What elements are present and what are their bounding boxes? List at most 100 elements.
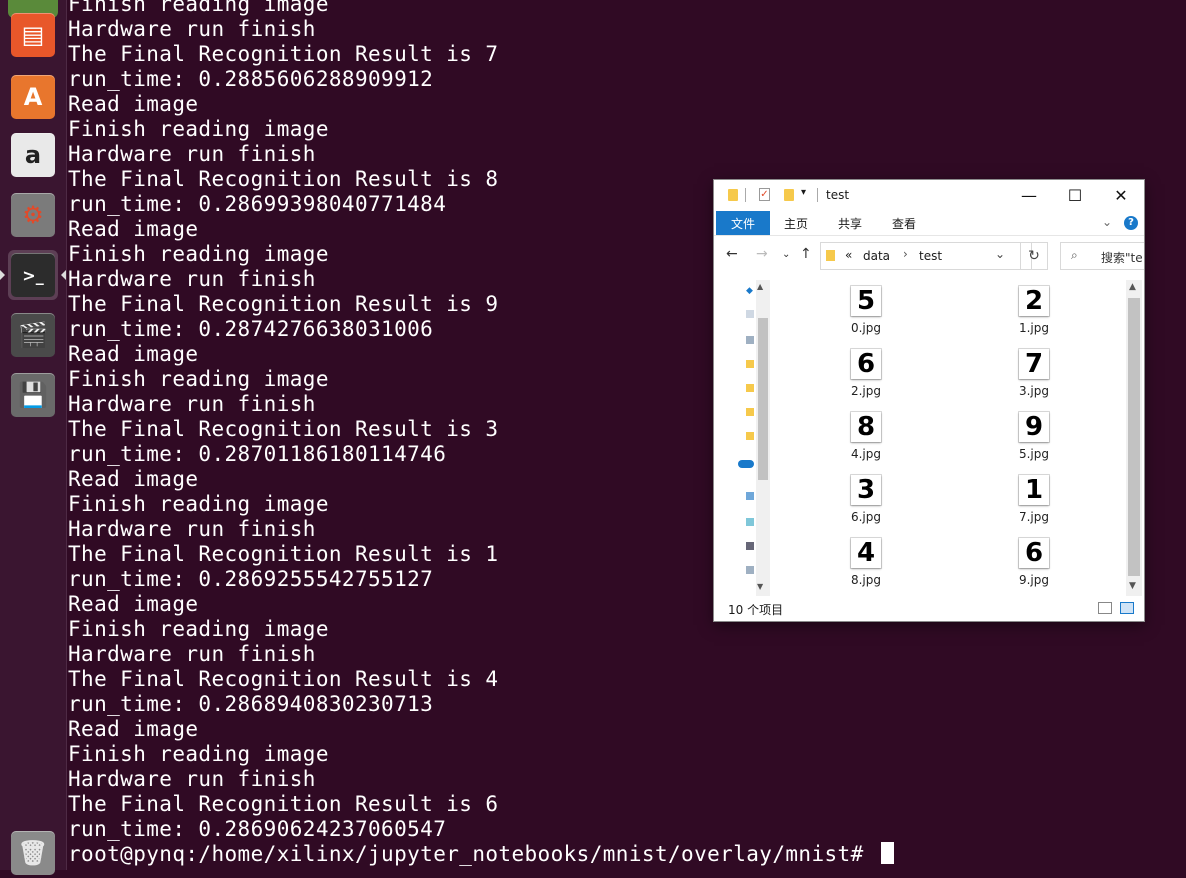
tab-home[interactable]: 主页 [776,211,816,235]
file-item[interactable]: 2 1.jpg [989,286,1079,335]
back-arrow-icon[interactable]: ← [726,246,738,262]
path-overflow[interactable]: « [845,248,852,262]
terminal-line: The Final Recognition Result is 4 [68,667,499,691]
tab-share[interactable]: 共享 [830,211,870,235]
large-icons-view-icon[interactable] [1120,602,1134,614]
maximize-button[interactable]: ☐ [1052,180,1098,211]
file-name: 8.jpg [850,573,882,587]
nav-folder-icon[interactable] [746,408,754,416]
file-item[interactable]: 6 2.jpg [821,349,911,398]
file-thumbnail: 1 [1019,475,1049,505]
path-dropdown-icon[interactable]: ⌄ [995,247,1005,261]
system-settings-icon: ⚙ [11,193,55,237]
minimize-button[interactable]: — [1006,180,1052,211]
trash-icon[interactable]: 🗑 [8,828,58,878]
nav-pictures-icon[interactable] [746,566,754,574]
address-bar[interactable]: « data › test ⌄ [820,242,1032,270]
nav-3d-objects-icon[interactable] [746,518,754,526]
nav-scroll-thumb[interactable] [758,318,768,480]
status-bar: 10 个项目 [714,597,1144,621]
terminal-line: Hardware run finish [68,767,316,791]
refresh-icon[interactable]: ↻ [1020,242,1048,270]
terminal-line: Hardware run finish [68,17,316,41]
nav-quick-access-icon[interactable]: ◆ [746,286,754,296]
file-thumbnail: 6 [851,349,881,379]
up-arrow-icon[interactable]: ↑ [800,246,812,262]
scroll-up-icon[interactable]: ▲ [757,282,763,291]
terminal-prompt: root@pynq:/home/xilinx/jupyter_notebooks… [68,842,877,866]
new-folder-icon[interactable] [784,189,794,201]
terminal-line: The Final Recognition Result is 6 [68,792,499,816]
file-name: 1.jpg [1018,321,1050,335]
folder-icon [728,189,738,201]
search-input[interactable]: ⌕ 搜索"te [1060,242,1144,270]
file-thumbnail: 5 [851,286,881,316]
file-item[interactable]: 4 8.jpg [821,538,911,587]
presentation-app-launcher-button[interactable]: ▤ [8,10,58,60]
file-name: 2.jpg [850,384,882,398]
terminal-line: Finish reading image [68,0,329,16]
terminal-line: Finish reading image [68,117,329,141]
this-pc-icon[interactable] [746,492,754,500]
terminal-line: Read image [68,717,199,741]
content-scroll-thumb[interactable] [1128,298,1140,576]
file-item[interactable]: 5 0.jpg [821,286,911,335]
terminal-icon: >_ [11,253,55,297]
file-name: 7.jpg [1018,510,1050,524]
content-area: ◆ ▲ ▼ 5 0.jpg 2 1.jpg 6 2.jpg 7 3.jpg 8 4.jpg 9 5.j… [714,280,1144,596]
tab-file[interactable]: 文件 [716,211,770,235]
file-explorer-window[interactable]: ✓ ▾ test — ☐ ✕ 文件 主页 共享 查看 ⌄ ? ← → ⌄ ↑ «… [714,180,1144,621]
breadcrumb-separator-icon: › [903,247,908,261]
nav-pictures-icon[interactable] [746,336,754,344]
forward-arrow-icon[interactable]: → [756,246,768,262]
nav-videos-icon[interactable] [746,542,754,550]
software-center-icon: A [11,75,55,119]
recent-locations-icon[interactable]: ⌄ [782,249,790,260]
video-editor-launcher-button[interactable]: 🎬 [8,310,58,360]
amazon-launcher-button[interactable]: a [8,130,58,180]
details-view-icon[interactable] [1098,602,1112,614]
terminal-line: The Final Recognition Result is 7 [68,42,499,66]
save-disk-icon: 💾 [11,373,55,417]
explorer-titlebar[interactable]: ✓ ▾ test — ☐ ✕ [714,180,1144,211]
nav-folder-icon[interactable] [746,360,754,368]
terminal-launcher-button[interactable]: >_ [0,250,66,300]
file-name: 3.jpg [1018,384,1050,398]
search-placeholder: 搜索"te [1101,251,1143,265]
window-title: test [826,188,850,202]
running-indicator [0,270,5,280]
scroll-down-icon[interactable]: ▼ [757,582,763,591]
address-row: ← → ⌄ ↑ « data › test ⌄ ↻ ⌕ 搜索"te [714,236,1144,276]
file-thumbnail: 9 [1019,412,1049,442]
nav-folder-icon[interactable] [746,384,754,392]
breadcrumb-data[interactable]: data [863,249,890,263]
nav-scrollbar[interactable]: ▲ ▼ [756,280,770,596]
scroll-up-icon[interactable]: ▲ [1129,282,1136,292]
file-item[interactable]: 3 6.jpg [821,475,911,524]
properties-icon[interactable]: ✓ [759,188,770,201]
folder-icon [826,250,835,261]
content-scrollbar[interactable]: ▲ ▼ [1126,280,1142,596]
system-settings-launcher-button[interactable]: ⚙ [8,190,58,240]
nav-folder-icon[interactable] [746,432,754,440]
software-center-launcher-button[interactable]: A [8,72,58,122]
navigation-pane[interactable]: ◆ ▲ ▼ [714,280,772,596]
help-icon[interactable]: ? [1124,216,1138,230]
file-item[interactable]: 1 7.jpg [989,475,1079,524]
quick-access-dropdown-icon[interactable]: ▾ [801,187,806,198]
file-item[interactable]: 6 9.jpg [989,538,1079,587]
onedrive-icon[interactable] [738,460,754,468]
scroll-down-icon[interactable]: ▼ [1129,581,1136,591]
terminal-cursor [880,842,894,864]
file-item[interactable]: 8 4.jpg [821,412,911,461]
nav-doc-icon[interactable] [746,310,754,318]
file-item[interactable]: 7 3.jpg [989,349,1079,398]
expand-ribbon-icon[interactable]: ⌄ [1102,215,1112,229]
file-item[interactable]: 9 5.jpg [989,412,1079,461]
save-disk-launcher-button[interactable]: 💾 [8,370,58,420]
close-button[interactable]: ✕ [1098,180,1144,211]
file-name: 6.jpg [850,510,882,524]
terminal-prompt-line[interactable]: root@pynq:/home/xilinx/jupyter_notebooks… [68,842,1186,867]
tab-view[interactable]: 查看 [884,211,924,235]
breadcrumb-test[interactable]: test [919,249,942,263]
